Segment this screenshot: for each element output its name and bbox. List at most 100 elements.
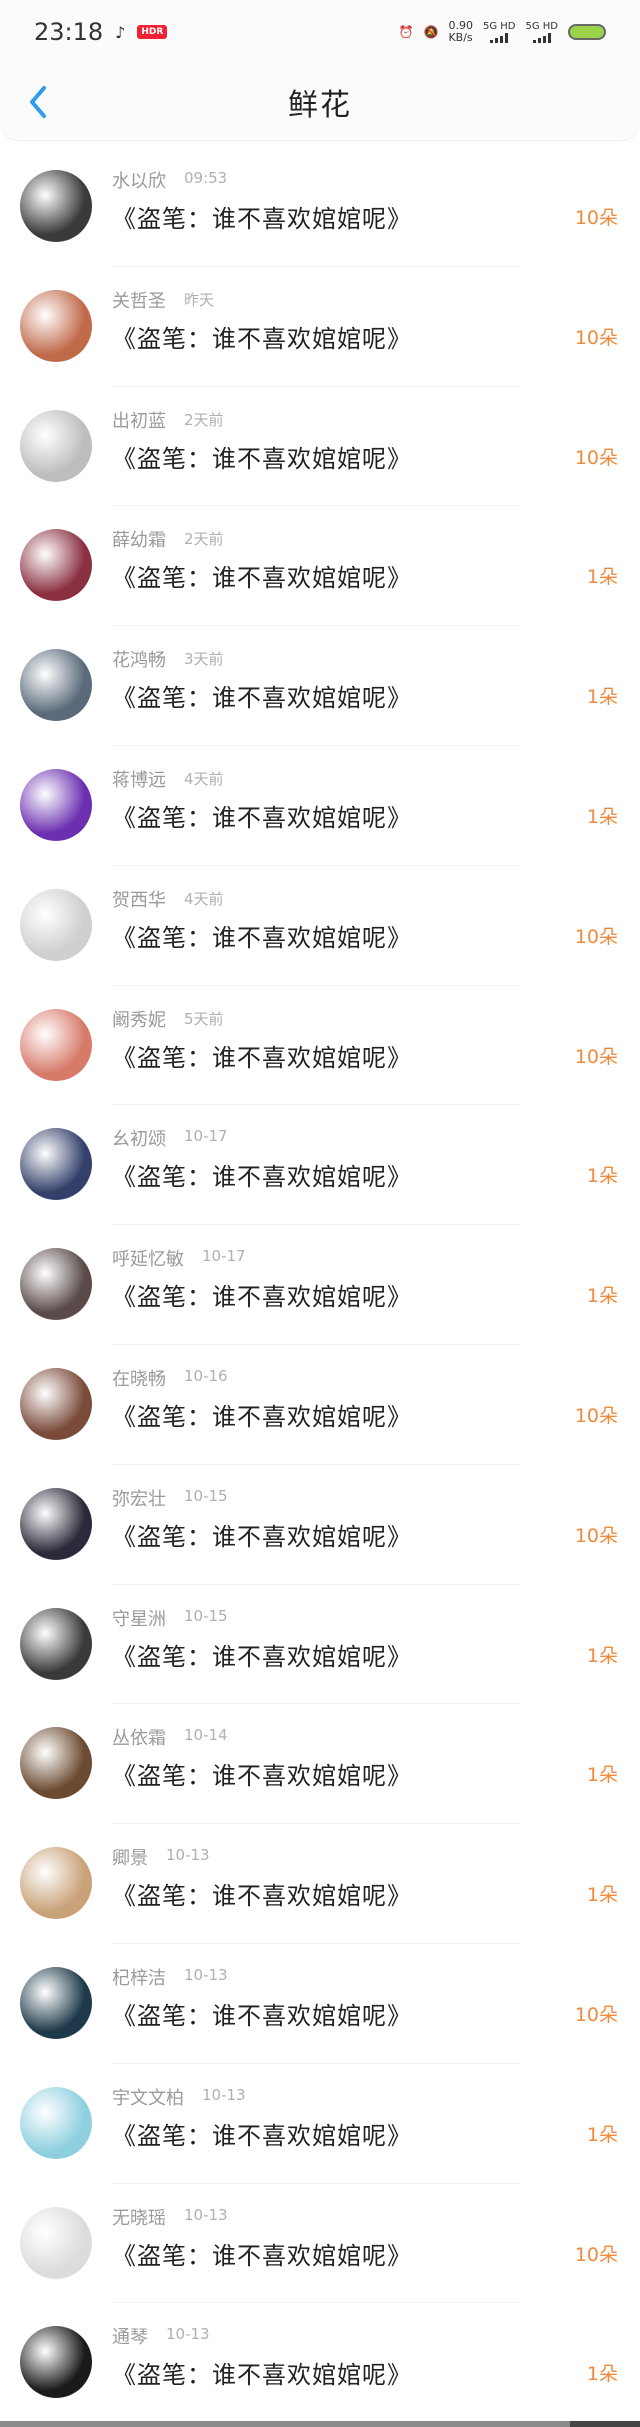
avatar[interactable]	[20, 1847, 92, 1920]
avatar[interactable]	[20, 289, 92, 362]
flower-count: 10朵	[574, 2003, 618, 2026]
avatar[interactable]	[20, 2206, 92, 2279]
flower-count: 10朵	[574, 1524, 618, 1547]
name-line: 无晓瑶 10-13	[112, 2204, 228, 2230]
name-line: 宇文文柏 10-13	[112, 2084, 246, 2110]
user-name[interactable]: 在晓畅	[112, 1365, 166, 1391]
name-line: 贺西华 4天前	[112, 886, 224, 912]
alarm-icon: ⏰	[398, 25, 414, 39]
list-item[interactable]: 丛依霜 10-14 《盗笔：谁不喜欢婠婠呢》 1朵	[0, 1704, 640, 1824]
list-item[interactable]: 卿景 10-13 《盗笔：谁不喜欢婠婠呢》 1朵	[0, 1824, 640, 1944]
list-item[interactable]: 蒋博远 4天前 《盗笔：谁不喜欢婠婠呢》 1朵	[0, 746, 640, 866]
avatar[interactable]	[20, 1966, 92, 2039]
avatar[interactable]	[20, 1487, 92, 1560]
flower-count: 1朵	[586, 1884, 618, 1907]
user-name[interactable]: 水以欣	[112, 167, 166, 193]
message-text: 《盗笔：谁不喜欢婠婠呢》	[112, 2361, 412, 2390]
message-text: 《盗笔：谁不喜欢婠婠呢》	[112, 444, 412, 473]
list-item[interactable]: 弥宏壮 10-15 《盗笔：谁不喜欢婠婠呢》 10朵	[0, 1465, 640, 1585]
timestamp: 10-17	[184, 1127, 228, 1146]
message-text: 《盗笔：谁不喜欢婠婠呢》	[112, 2121, 412, 2150]
avatar[interactable]	[20, 1607, 92, 1680]
timestamp: 10-14	[184, 1726, 228, 1745]
message-text: 《盗笔：谁不喜欢婠婠呢》	[112, 1522, 412, 1551]
nav-bar: 鲜花	[0, 64, 640, 141]
name-line: 花鸿畅 3天前	[112, 646, 224, 672]
user-name[interactable]: 丛依霜	[112, 1724, 166, 1750]
user-name[interactable]: 呼延忆敏	[112, 1245, 184, 1271]
user-name[interactable]: 蒋博远	[112, 766, 166, 792]
list-item[interactable]: 花鸿畅 3天前 《盗笔：谁不喜欢婠婠呢》 1朵	[0, 626, 640, 746]
avatar[interactable]	[20, 2326, 92, 2399]
timestamp: 10-13	[184, 2205, 228, 2224]
user-name[interactable]: 守星洲	[112, 1605, 166, 1631]
name-line: 幺初颂 10-17	[112, 1125, 228, 1151]
avatar[interactable]	[20, 170, 92, 242]
name-line: 丛依霜 10-14	[112, 1724, 228, 1750]
avatar[interactable]	[20, 2086, 92, 2159]
flower-count: 10朵	[574, 326, 618, 349]
user-name[interactable]: 宇文文柏	[112, 2084, 184, 2110]
user-name[interactable]: 关哲圣	[112, 287, 166, 313]
signal-bars-icon	[532, 33, 551, 43]
notification-icon: ♪	[115, 22, 126, 42]
user-name[interactable]: 卿景	[112, 1844, 148, 1870]
avatar[interactable]	[20, 409, 92, 482]
timestamp: 昨天	[184, 290, 215, 309]
timestamp: 10-13	[166, 1846, 210, 1865]
user-name[interactable]: 无晓瑶	[112, 2204, 166, 2230]
list-item[interactable]: 通琴 10-13 《盗笔：谁不喜欢婠婠呢》 1朵	[0, 2303, 640, 2423]
list-item[interactable]: 阚秀妮 5天前 《盗笔：谁不喜欢婠婠呢》 10朵	[0, 986, 640, 1106]
timestamp: 10-15	[184, 1606, 228, 1625]
user-name[interactable]: 幺初颂	[112, 1125, 166, 1151]
avatar[interactable]	[20, 768, 92, 841]
status-bar: 23:18 ♪ HDR ⏰ 🔕 0.90 KB/s 5G HD 5G HD	[0, 0, 640, 64]
avatar[interactable]	[20, 1008, 92, 1081]
network-speed: 0.90 KB/s	[448, 19, 473, 44]
list-item[interactable]: 守星洲 10-15 《盗笔：谁不喜欢婠婠呢》 1朵	[0, 1585, 640, 1705]
flower-count: 10朵	[574, 207, 618, 229]
list-item[interactable]: 杞梓洁 10-13 《盗笔：谁不喜欢婠婠呢》 10朵	[0, 1944, 640, 2064]
list-item[interactable]: 宇文文柏 10-13 《盗笔：谁不喜欢婠婠呢》 1朵	[0, 2064, 640, 2184]
timestamp: 10-13	[202, 2085, 246, 2104]
user-name[interactable]: 弥宏壮	[112, 1485, 166, 1511]
avatar[interactable]	[20, 888, 92, 961]
avatar[interactable]	[20, 1128, 92, 1201]
user-name[interactable]: 杞梓洁	[112, 1964, 166, 1990]
flower-count: 1朵	[586, 1285, 618, 1308]
avatar[interactable]	[20, 529, 92, 602]
flower-count: 1朵	[586, 566, 618, 589]
user-name[interactable]: 花鸿畅	[112, 646, 166, 672]
list-item[interactable]: 幺初颂 10-17 《盗笔：谁不喜欢婠婠呢》 1朵	[0, 1105, 640, 1225]
user-name[interactable]: 阚秀妮	[112, 1006, 166, 1032]
list-item[interactable]: 无晓瑶 10-13 《盗笔：谁不喜欢婠婠呢》 10朵	[0, 2184, 640, 2304]
back-button[interactable]	[18, 82, 58, 122]
list-item[interactable]: 水以欣 09:53 《盗笔：谁不喜欢婠婠呢》 10朵	[0, 147, 640, 267]
flower-count: 10朵	[574, 1045, 618, 1068]
user-name[interactable]: 贺西华	[112, 886, 166, 912]
list-item[interactable]: 在晓畅 10-16 《盗笔：谁不喜欢婠婠呢》 10朵	[0, 1345, 640, 1465]
avatar[interactable]	[20, 1727, 92, 1800]
message-text: 《盗笔：谁不喜欢婠婠呢》	[112, 1642, 412, 1671]
name-line: 通琴 10-13	[112, 2323, 210, 2349]
chevron-left-icon	[30, 86, 46, 118]
message-text: 《盗笔：谁不喜欢婠婠呢》	[112, 684, 412, 713]
message-text: 《盗笔：谁不喜欢婠婠呢》	[112, 1882, 412, 1911]
flower-count: 1朵	[586, 1644, 618, 1667]
user-name[interactable]: 通琴	[112, 2323, 148, 2349]
name-line: 蒋博远 4天前	[112, 766, 224, 792]
list-item[interactable]: 关哲圣 昨天 《盗笔：谁不喜欢婠婠呢》 10朵	[0, 267, 640, 387]
avatar[interactable]	[20, 1367, 92, 1440]
timestamp: 10-13	[184, 1965, 228, 1984]
user-name[interactable]: 薛幼霜	[112, 526, 166, 552]
signal-bars-icon	[490, 33, 509, 43]
list-item[interactable]: 呼延忆敏 10-17 《盗笔：谁不喜欢婠婠呢》 1朵	[0, 1225, 640, 1345]
list-item[interactable]: 薛幼霜 2天前 《盗笔：谁不喜欢婠婠呢》 1朵	[0, 506, 640, 626]
list-item[interactable]: 出初蓝 2天前 《盗笔：谁不喜欢婠婠呢》 10朵	[0, 387, 640, 507]
avatar[interactable]	[20, 1248, 92, 1321]
user-name[interactable]: 出初蓝	[112, 407, 166, 433]
message-text: 《盗笔：谁不喜欢婠婠呢》	[112, 1163, 412, 1192]
list-item[interactable]: 贺西华 4天前 《盗笔：谁不喜欢婠婠呢》 10朵	[0, 866, 640, 986]
mute-icon: 🔕	[423, 25, 439, 39]
avatar[interactable]	[20, 649, 92, 722]
